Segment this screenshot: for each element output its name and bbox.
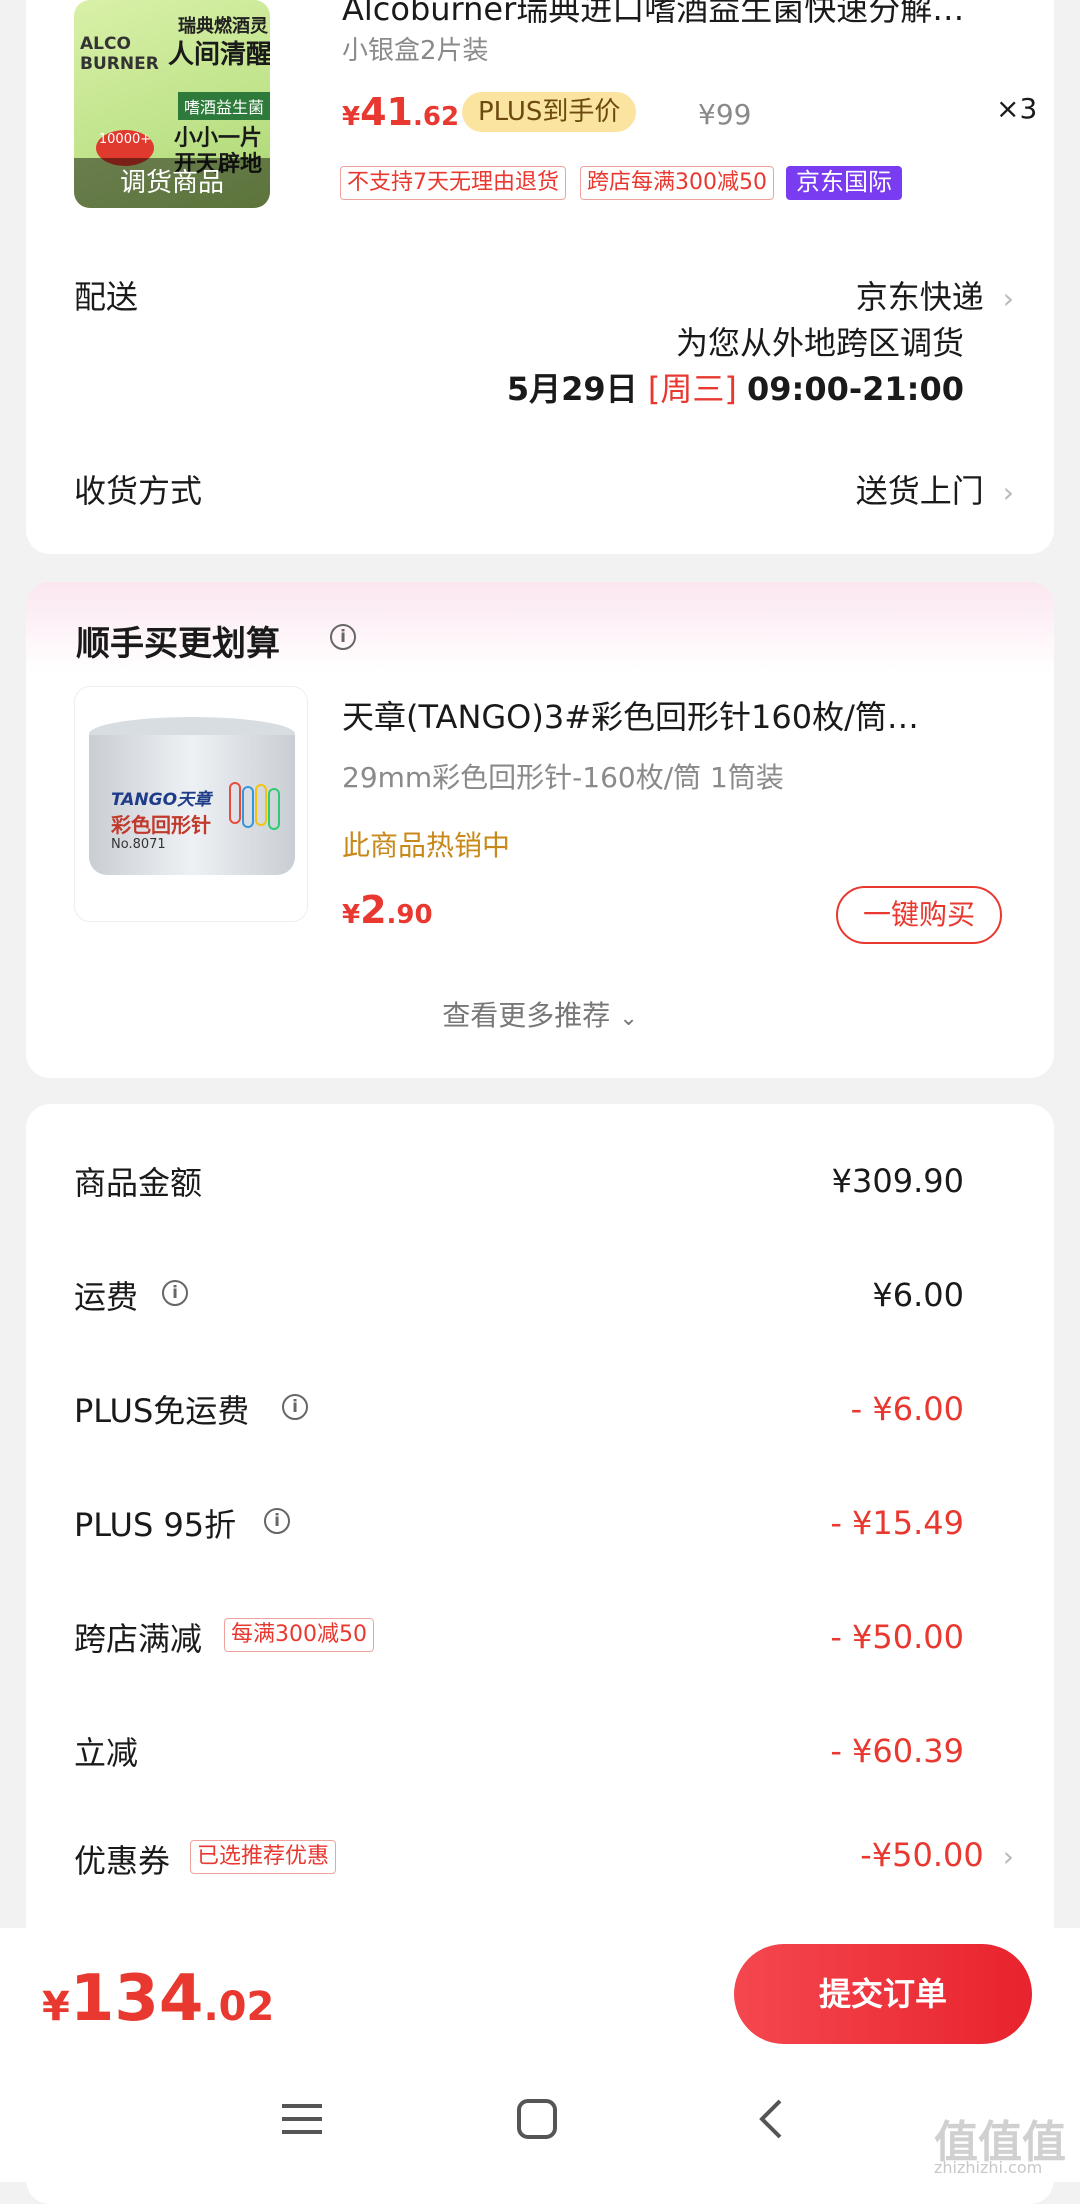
recommend-title: 顺手买更划算 <box>76 624 280 664</box>
product-title[interactable]: Alcoburner瑞典进口嗜酒益生菌快速分解… <box>342 0 1032 30</box>
coupon-selector[interactable]: -¥50.00 › <box>860 1836 1014 1874</box>
summary-coupon-tag: 已选推荐优惠 <box>190 1840 337 1874</box>
chevron-right-icon: › <box>1002 282 1014 315</box>
chevron-right-icon: › <box>1002 476 1014 509</box>
watermark-url: zhizhizhi.com <box>934 2158 1043 2177</box>
price-decimal: .90 <box>386 900 433 930</box>
chevron-right-icon: › <box>1002 1840 1014 1873</box>
delivery-transfer-note: 为您从外地跨区调货 <box>675 324 964 362</box>
receive-method-selector[interactable]: 送货上门 › <box>856 466 1014 512</box>
product-image-brand: ALCO BURNER <box>80 34 159 74</box>
order-total: ¥134.02 <box>42 1962 274 2036</box>
tag-jd-international: 京东国际 <box>786 166 902 200</box>
delivery-carrier-selector[interactable]: 京东快递 › <box>856 272 1014 318</box>
one-click-buy-button[interactable]: 一键购买 <box>836 886 1002 944</box>
price-currency: ¥ <box>342 102 361 132</box>
summary-shipping-label: 运费 <box>74 1278 139 1316</box>
transfer-goods-overlay: 调货商品 <box>74 158 270 208</box>
summary-cross-store-label: 跨店满减 <box>74 1620 203 1658</box>
product-image-tango[interactable]: TANGO天章 彩色回形针 No.8071 <box>74 686 308 922</box>
chevron-down-icon: ⌄ <box>619 1006 638 1031</box>
info-icon[interactable]: i <box>282 1394 308 1420</box>
receive-method-value: 送货上门 <box>855 472 984 510</box>
product-quantity: ×3 <box>996 92 1038 125</box>
price-integer: 2 <box>360 888 387 932</box>
info-icon[interactable]: i <box>330 624 356 650</box>
summary-plus-free-shipping-value: - ¥6.00 <box>850 1390 964 1428</box>
jar-label-code: No.8071 <box>111 837 166 852</box>
summary-cross-store-tag: 每满300减50 <box>224 1618 374 1652</box>
original-price: ¥99 <box>698 98 752 131</box>
order-product-card: ALCO BURNER 瑞典燃酒灵 人间清醒 嗜酒益生菌 小小一片 开天辟地 1… <box>26 0 1054 554</box>
submit-order-button[interactable]: 提交订单 <box>734 1944 1032 2044</box>
recommend-card: 顺手买更划算 i TANGO天章 彩色回形针 No.8071 天章(TANGO)… <box>26 582 1054 1078</box>
delivery-time[interactable]: 5月29日 [周三] 09:00-21:00 <box>507 364 964 410</box>
plus-price-badge: PLUS到手价 <box>462 92 637 132</box>
home-nav-icon[interactable] <box>516 2098 558 2144</box>
recommend-product-spec[interactable]: 29mm彩色回形针-160枚/筒 1筒装 <box>342 756 784 796</box>
summary-instant-discount-label: 立减 <box>74 1734 139 1772</box>
see-more-label: 查看更多推荐 <box>442 999 611 1032</box>
delivery-date: 5月29日 <box>506 370 638 408</box>
summary-coupon-label: 优惠券 <box>74 1842 171 1880</box>
summary-goods-amount-label: 商品金额 <box>74 1164 203 1202</box>
recommend-product-price: ¥2.90 <box>342 888 433 932</box>
summary-goods-amount-value: ¥309.90 <box>831 1162 964 1200</box>
delivery-weekday: [周三] <box>647 370 737 408</box>
product-image-badge: 嗜酒益生菌 <box>178 92 270 120</box>
price-integer: 41 <box>360 90 413 134</box>
hot-selling-label: 此商品热销中 <box>342 829 511 862</box>
tag-cross-store-discount: 跨店每满300减50 <box>580 166 774 200</box>
summary-coupon-value: -¥50.00 <box>860 1836 984 1874</box>
delivery-label: 配送 <box>74 278 139 316</box>
jar-label-name: 彩色回形针 <box>111 813 211 837</box>
total-integer: 134 <box>69 1962 204 2036</box>
delivery-window: 09:00-21:00 <box>747 370 964 408</box>
product-image-alcoburner[interactable]: ALCO BURNER 瑞典燃酒灵 人间清醒 嗜酒益生菌 小小一片 开天辟地 1… <box>74 0 270 208</box>
see-more-recommendations-link[interactable]: 查看更多推荐 ⌄ <box>26 994 1054 1034</box>
delivery-carrier: 京东快递 <box>855 278 984 316</box>
summary-instant-discount-value: - ¥60.39 <box>830 1732 964 1770</box>
tag-no-return: 不支持7天无理由退货 <box>340 166 566 200</box>
back-nav-icon[interactable] <box>756 2098 784 2144</box>
info-icon[interactable]: i <box>264 1508 290 1534</box>
summary-plus-discount-value: - ¥15.49 <box>830 1504 964 1542</box>
jar-label-brand: TANGO天章 <box>111 790 212 810</box>
info-icon[interactable]: i <box>162 1280 188 1306</box>
paperclips-illustration <box>229 782 280 830</box>
product-price: ¥41.62 <box>342 90 459 134</box>
menu-nav-icon[interactable] <box>282 2102 322 2140</box>
receive-method-label: 收货方式 <box>74 472 203 510</box>
price-currency: ¥ <box>342 900 361 930</box>
total-decimal: .02 <box>203 1984 275 2030</box>
price-decimal: .62 <box>412 102 460 132</box>
total-currency: ¥ <box>42 1984 70 2030</box>
summary-cross-store-value: - ¥50.00 <box>830 1618 964 1656</box>
summary-shipping-value: ¥6.00 <box>872 1276 964 1314</box>
recommend-product-title[interactable]: 天章(TANGO)3#彩色回形针160枚/筒… <box>342 692 1032 738</box>
summary-plus-discount-label: PLUS 95折 <box>74 1506 237 1544</box>
product-spec[interactable]: 小银盒2片装 <box>342 30 489 67</box>
product-image-headline: 人间清醒 <box>168 40 270 70</box>
summary-plus-free-shipping-label: PLUS免运费 <box>74 1392 250 1430</box>
